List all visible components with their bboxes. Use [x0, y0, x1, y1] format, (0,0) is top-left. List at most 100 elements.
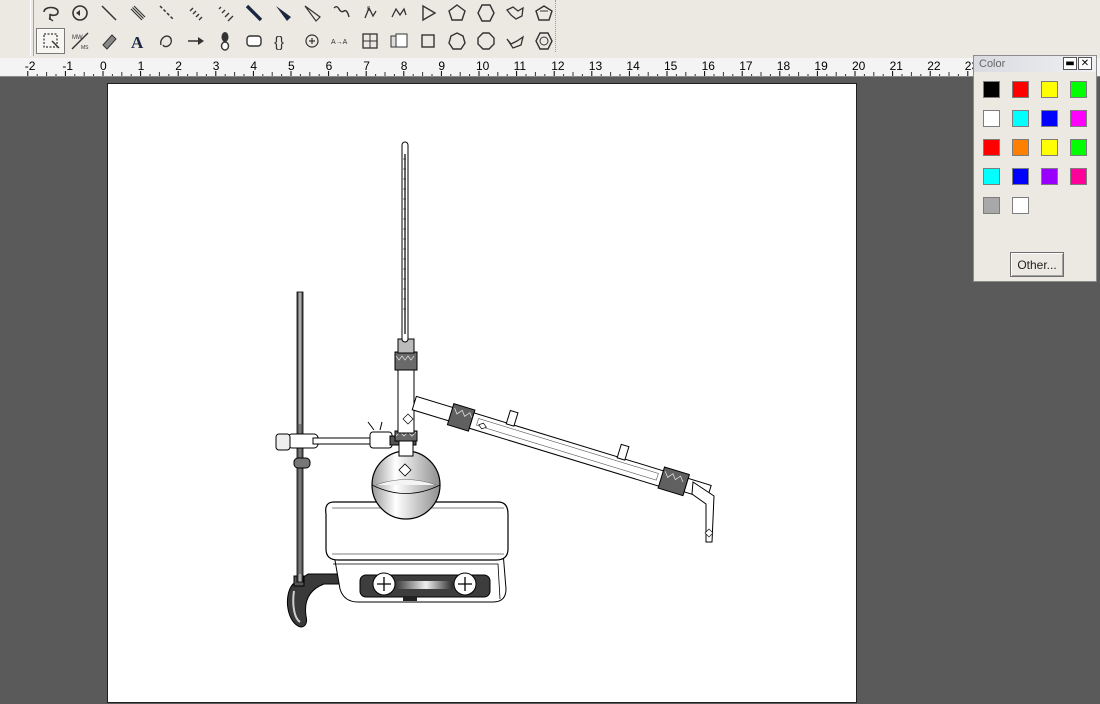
color-swatch[interactable] — [1041, 168, 1058, 185]
double-line-icon — [130, 5, 145, 21]
minimize-icon[interactable]: ▬ — [1063, 57, 1077, 70]
ruler-label: 21 — [890, 59, 904, 73]
pentagon-ring-tool-button[interactable] — [442, 0, 471, 26]
octagon-ring-icon — [476, 32, 495, 50]
ruler-label: 6 — [326, 59, 333, 73]
ruler-label: -1 — [62, 59, 73, 73]
cyclopentane-tool-button[interactable] — [529, 0, 558, 26]
ruler-label: 9 — [438, 59, 445, 73]
ruler-label: 2 — [175, 59, 182, 73]
color-palette-window[interactable]: Color ▬ ✕ Other... — [973, 55, 1097, 282]
benzene-ring-tool-button[interactable] — [529, 28, 558, 54]
ruler-label: 4 — [250, 59, 257, 73]
three-way-adapter — [394, 338, 418, 434]
color-swatch[interactable] — [1012, 110, 1029, 127]
drawing-element-tool-button[interactable] — [239, 28, 268, 54]
svg-text:A: A — [131, 33, 144, 52]
color-swatch[interactable] — [1041, 110, 1058, 127]
reaction-template-icon: A→A — [331, 39, 348, 46]
reaction-template-tool-button[interactable]: A→A — [326, 28, 355, 54]
color-swatch[interactable] — [1012, 197, 1029, 214]
chemical-symbol-tool-button[interactable] — [297, 28, 326, 54]
color-swatch[interactable] — [983, 197, 1000, 214]
ruler-label: 0 — [100, 59, 107, 73]
marquee-select-tool-button[interactable] — [36, 28, 65, 54]
templates-icon — [390, 33, 407, 48]
octagon-ring-tool-button[interactable] — [471, 28, 500, 54]
dashed-line-tool-button[interactable] — [152, 0, 181, 26]
cyclohexane-boat-tool-button[interactable] — [500, 28, 529, 54]
hashed-wedge-tool-button[interactable] — [210, 0, 239, 26]
color-swatch[interactable] — [1070, 81, 1087, 98]
color-swatch[interactable] — [1041, 81, 1058, 98]
chain-double-tool-button[interactable] — [384, 0, 413, 26]
bold-line-icon — [245, 4, 262, 22]
cyclohexane-chair-icon — [505, 6, 524, 20]
text-tool-tool-button[interactable]: A — [123, 28, 152, 54]
mass-fragmentation-tool-button[interactable]: MW MS — [65, 28, 94, 54]
color-swatch[interactable] — [983, 110, 1000, 127]
color-swatch[interactable] — [1070, 168, 1087, 185]
ruler-label: 13 — [589, 59, 603, 73]
lasso-select-tool-button[interactable] — [36, 0, 65, 26]
drawing-element-icon — [245, 35, 262, 47]
color-swatch[interactable] — [1041, 139, 1058, 156]
benzene-ring-icon — [534, 32, 553, 50]
orbital-pen-tool-button[interactable] — [152, 28, 181, 54]
brackets-tool-button[interactable]: {} — [268, 28, 297, 54]
chain-tool-button[interactable]: 5 — [355, 0, 384, 26]
text-tool-icon: A — [131, 33, 144, 52]
wedge-bond-tool-button[interactable] — [268, 0, 297, 26]
ruler-label: 16 — [702, 59, 716, 73]
ruler-label: 1 — [138, 59, 145, 73]
toolbar-grip[interactable] — [30, 0, 34, 56]
hexagon-ring-tool-button[interactable] — [471, 0, 500, 26]
single-line-icon — [100, 5, 117, 21]
color-swatch[interactable] — [983, 81, 1000, 98]
color-swatch[interactable] — [1070, 110, 1087, 127]
other-color-button[interactable]: Other... — [1010, 252, 1064, 277]
hollow-wedge-tool-button[interactable] — [297, 0, 326, 26]
toolbar-end-separator — [555, 0, 557, 52]
wavy-bond-icon — [333, 6, 350, 18]
color-swatch[interactable] — [1070, 139, 1087, 156]
wavy-bond-tool-button[interactable] — [326, 0, 355, 26]
square-ring-tool-button[interactable] — [413, 28, 442, 54]
triangle-ring-tool-button[interactable] — [413, 0, 442, 26]
eraser-tool-button[interactable] — [94, 28, 123, 54]
wedge-bond-icon — [275, 6, 291, 21]
single-line-tool-button[interactable] — [94, 0, 123, 26]
color-swatch[interactable] — [1012, 168, 1029, 185]
ruler-label: 11 — [514, 59, 527, 73]
distillation-apparatus-drawing[interactable] — [108, 84, 858, 704]
bold-line-tool-button[interactable] — [239, 0, 268, 26]
table-tool-button[interactable] — [355, 28, 384, 54]
heptagon-ring-tool-button[interactable] — [442, 28, 471, 54]
hashed-line-tool-button[interactable] — [181, 0, 210, 26]
color-swatch[interactable] — [983, 168, 1000, 185]
hollow-wedge-icon — [304, 5, 321, 22]
ruler-label: 19 — [814, 59, 828, 73]
ruler-label: 10 — [476, 59, 490, 73]
cyclohexane-chair-tool-button[interactable] — [500, 0, 529, 26]
ruler-label: 3 — [213, 59, 220, 73]
double-line-tool-button[interactable] — [123, 0, 152, 26]
document-page[interactable] — [107, 83, 857, 703]
toolbar: 5 MW MS A {} A→A — [0, 0, 1100, 59]
ruler-label: 17 — [739, 59, 753, 73]
orbital-tool-button[interactable] — [210, 28, 239, 54]
ruler-label: 7 — [363, 59, 370, 73]
templates-tool-button[interactable] — [384, 28, 413, 54]
hashed-wedge-icon — [218, 6, 233, 22]
color-swatch[interactable] — [983, 139, 1000, 156]
close-icon[interactable]: ✕ — [1078, 57, 1092, 70]
mass-fragmentation-icon: MW MS — [71, 32, 89, 51]
hashed-line-icon — [189, 7, 202, 21]
color-swatch[interactable] — [1012, 81, 1029, 98]
hexagon-ring-icon — [476, 4, 495, 22]
arrow-tool-tool-button[interactable] — [181, 28, 210, 54]
color-swatch[interactable] — [1012, 139, 1029, 156]
rotate-tool-button[interactable] — [65, 0, 94, 26]
toolbar-row-2: MW MS A {} A→A — [36, 28, 558, 54]
square-ring-icon — [420, 34, 435, 48]
